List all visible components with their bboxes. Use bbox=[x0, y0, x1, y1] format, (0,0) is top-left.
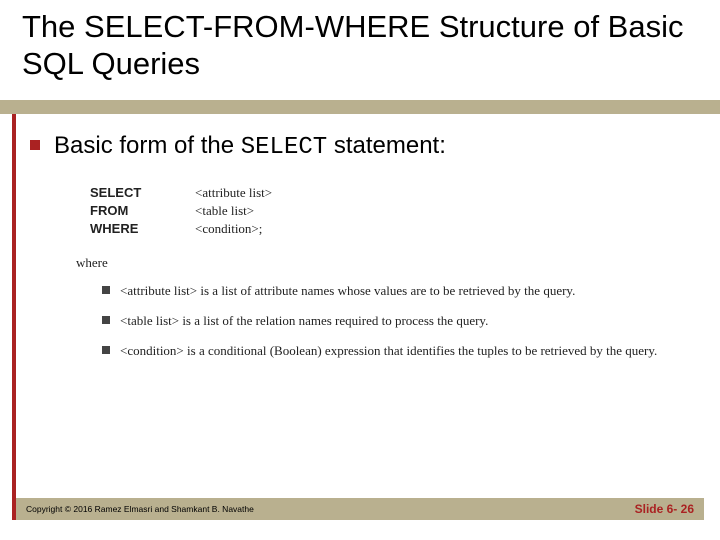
definition-item: <condition> is a conditional (Boolean) e… bbox=[102, 341, 682, 361]
syntax-keyword: WHERE bbox=[90, 221, 195, 237]
syntax-block: SELECT <attribute list> FROM <table list… bbox=[90, 185, 690, 237]
slide: The SELECT-FROM-WHERE Structure of Basic… bbox=[0, 0, 720, 540]
copyright-text: Copyright © 2016 Ramez Elmasri and Shamk… bbox=[26, 504, 254, 514]
definition-item: <table list> is a list of the relation n… bbox=[102, 311, 682, 331]
bullet-code: SELECT bbox=[241, 134, 327, 161]
slide-title: The SELECT-FROM-WHERE Structure of Basic… bbox=[22, 8, 698, 82]
syntax-keyword: FROM bbox=[90, 203, 195, 219]
definition-text: <attribute list> is a list of attribute … bbox=[120, 281, 575, 301]
definition-item: <attribute list> is a list of attribute … bbox=[102, 281, 682, 301]
bullet-text: Basic form of the SELECT statement: bbox=[54, 130, 446, 163]
footer: Copyright © 2016 Ramez Elmasri and Shamk… bbox=[16, 498, 704, 520]
title-block: The SELECT-FROM-WHERE Structure of Basic… bbox=[22, 8, 698, 82]
square-bullet-icon bbox=[102, 346, 110, 354]
bullet-suffix: statement: bbox=[327, 132, 446, 159]
definitions-list: <attribute list> is a list of attribute … bbox=[102, 281, 690, 361]
accent-vertical-bar bbox=[12, 114, 16, 520]
syntax-arg: <attribute list> bbox=[195, 185, 272, 201]
square-bullet-icon bbox=[30, 140, 40, 150]
definition-text: <condition> is a conditional (Boolean) e… bbox=[120, 341, 657, 361]
square-bullet-icon bbox=[102, 316, 110, 324]
syntax-arg: <condition>; bbox=[195, 221, 262, 237]
slide-number: Slide 6- 26 bbox=[635, 502, 694, 516]
where-label: where bbox=[76, 255, 690, 271]
bullet-prefix: Basic form of the bbox=[54, 132, 241, 159]
syntax-arg: <table list> bbox=[195, 203, 254, 219]
syntax-keyword: SELECT bbox=[90, 185, 195, 201]
title-underline bbox=[0, 100, 720, 114]
syntax-row: SELECT <attribute list> bbox=[90, 185, 690, 201]
syntax-row: FROM <table list> bbox=[90, 203, 690, 219]
definition-text: <table list> is a list of the relation n… bbox=[120, 311, 488, 331]
syntax-row: WHERE <condition>; bbox=[90, 221, 690, 237]
square-bullet-icon bbox=[102, 286, 110, 294]
bullet-item: Basic form of the SELECT statement: bbox=[30, 130, 690, 163]
body-area: Basic form of the SELECT statement: SELE… bbox=[30, 130, 690, 372]
